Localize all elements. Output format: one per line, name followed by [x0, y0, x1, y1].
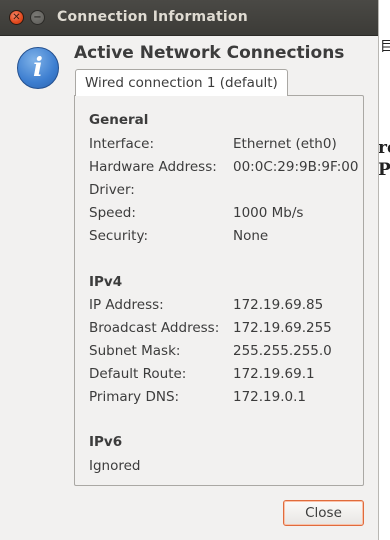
detail-label: Security: [89, 228, 149, 244]
connection-details-panel: General Interface: Ethernet (eth0) Hardw… [74, 95, 364, 486]
detail-label: Interface: [89, 136, 154, 152]
detail-value: 172.19.69.1 [233, 366, 315, 382]
detail-label: Driver: [89, 182, 135, 198]
connection-information-dialog: ✕ − Connection Information i Active Netw… [0, 0, 379, 540]
page-title: Active Network Connections [74, 43, 345, 63]
detail-label: Broadcast Address: [89, 320, 220, 336]
window-title: Connection Information [57, 9, 248, 25]
detail-label: Primary DNS: [89, 389, 180, 405]
close-button[interactable]: Close [283, 500, 364, 526]
detail-label: Ignored [89, 458, 141, 474]
detail-value: Ethernet (eth0) [233, 136, 337, 152]
detail-value: 172.19.69.85 [233, 297, 324, 313]
background-window-fragment: Pr [378, 160, 390, 180]
section-title-general: General [89, 112, 149, 128]
detail-value: 255.255.255.0 [233, 343, 332, 359]
section-title-ipv6: IPv6 [89, 434, 123, 450]
minimize-icon[interactable]: − [30, 10, 45, 25]
detail-value: 1000 Mb/s [233, 205, 304, 221]
detail-value: 00:0C:29:9B:9F:00 [233, 159, 359, 175]
tab-wired-connection-1[interactable]: Wired connection 1 (default) [75, 69, 288, 96]
detail-label: IP Address: [89, 297, 164, 313]
detail-label: Subnet Mask: [89, 343, 181, 359]
title-bar[interactable]: ✕ − Connection Information [0, 0, 378, 36]
detail-value: 172.19.0.1 [233, 389, 306, 405]
info-icon: i [17, 47, 59, 89]
detail-value: 172.19.69.255 [233, 320, 332, 336]
detail-label: Default Route: [89, 366, 187, 382]
background-window-fragment: re [378, 138, 390, 158]
background-window-fragment: 目 [380, 39, 390, 55]
section-title-ipv4: IPv4 [89, 274, 123, 290]
close-icon[interactable]: ✕ [9, 10, 24, 25]
detail-value: None [233, 228, 269, 244]
detail-label: Speed: [89, 205, 136, 221]
detail-label: Hardware Address: [89, 159, 217, 175]
